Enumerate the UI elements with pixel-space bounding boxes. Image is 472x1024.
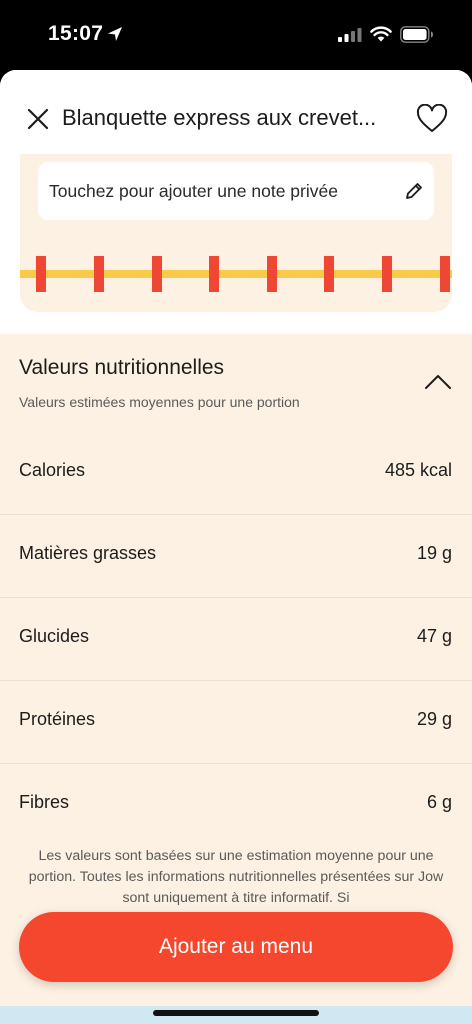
nutrition-row-fiber: Fibres 6 g [0, 764, 472, 847]
timeline-mark [209, 256, 219, 292]
nutrition-row-fat: Matières grasses 19 g [0, 515, 472, 598]
screen: 15:07 Blanquette express aux crevet... T… [0, 0, 472, 1024]
private-note-placeholder: Touchez pour ajouter une note privée [49, 181, 338, 201]
recipe-title: Blanquette express aux crevet... [62, 105, 377, 130]
nutrition-disclaimer: Les valeurs sont basées sur une estimati… [28, 848, 444, 906]
timeline-mark [382, 256, 392, 292]
nutrition-row-calories: Calories 485 kcal [0, 432, 472, 515]
timeline-mark [324, 256, 334, 292]
status-time: 15:07 [48, 22, 104, 45]
status-bar: 15:07 [0, 0, 472, 70]
timeline-mark [267, 256, 277, 292]
nutrition-row-carbs: Glucides 47 g [0, 598, 472, 681]
heart-icon[interactable] [416, 104, 448, 134]
wifi-icon [370, 26, 392, 42]
nutrition-value: 6 g [426, 792, 452, 812]
private-note-field[interactable]: Touchez pour ajouter une note privée [38, 162, 434, 220]
location-arrow-icon [108, 27, 122, 41]
note-area: Touchez pour ajouter une note privée [20, 154, 452, 312]
nutrition-label: Matières grasses [19, 543, 157, 563]
timeline-mark [152, 256, 162, 292]
close-icon[interactable] [26, 107, 50, 131]
header: Blanquette express aux crevet... [0, 70, 472, 154]
pencil-icon [406, 183, 422, 199]
timeline-mark [36, 256, 46, 292]
nutrition-label: Calories [19, 460, 86, 480]
nutrition-subtitle: Valeurs estimées moyennes pour une porti… [19, 394, 300, 410]
nutrition-label: Fibres [19, 792, 70, 812]
nutrition-label: Protéines [19, 709, 96, 729]
battery-icon [400, 26, 433, 43]
chevron-up-icon[interactable] [424, 374, 452, 390]
nutrition-value: 29 g [416, 709, 452, 729]
timeline-mark [94, 256, 104, 292]
nutrition-label: Glucides [19, 626, 90, 646]
add-to-menu-button[interactable]: Ajouter au menu [19, 912, 453, 982]
nutrition-row-protein: Protéines 29 g [0, 681, 472, 764]
nutrition-value: 485 kcal [384, 460, 452, 480]
timeline-mark [440, 256, 450, 292]
home-indicator [153, 1010, 319, 1016]
recipe-sheet: Blanquette express aux crevet... Touchez… [0, 70, 472, 1024]
timeline-decoration [20, 256, 452, 292]
cellular-signal-icon [338, 28, 362, 42]
nutrition-value: 47 g [416, 626, 452, 646]
nutrition-title: Valeurs nutritionnelles [19, 356, 225, 379]
nutrition-value: 19 g [416, 543, 452, 563]
